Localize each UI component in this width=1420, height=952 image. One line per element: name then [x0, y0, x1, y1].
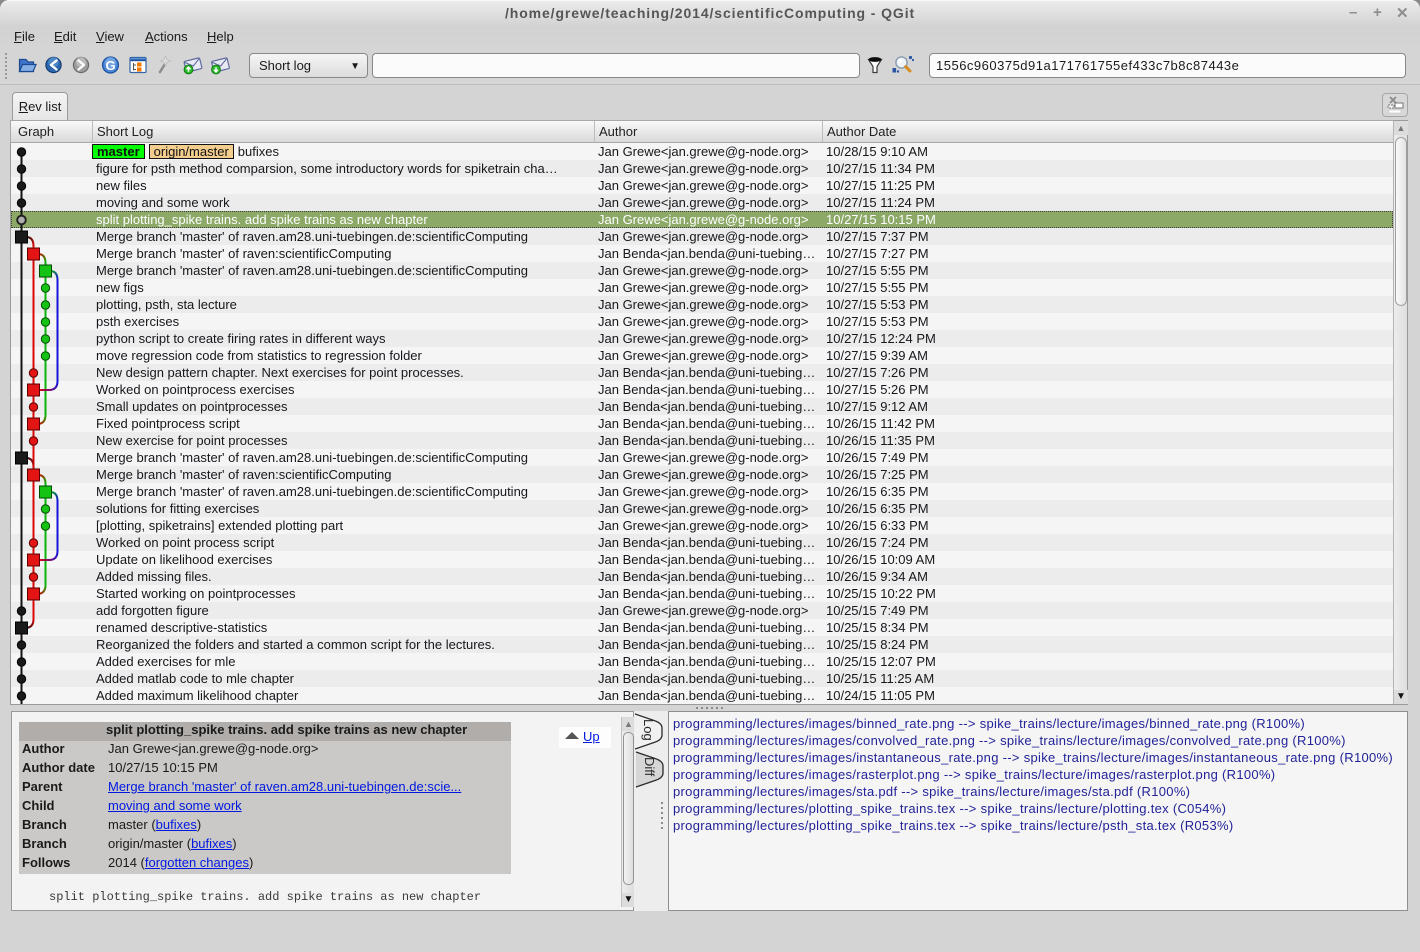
svg-text:G: G [105, 58, 115, 73]
